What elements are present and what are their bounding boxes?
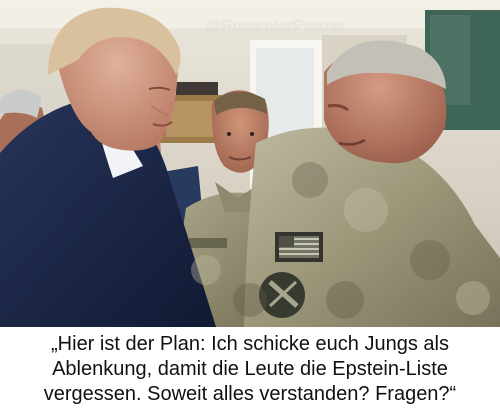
meme-caption: „Hier ist der Plan: Ich schicke euch Jun… [6, 328, 494, 410]
group-photo [0, 0, 500, 327]
caption-line-2: Ablenkung, damit die Leute die Epstein-L… [52, 357, 448, 380]
meme-image: @RosaroterPanzer „Hier ist der Plan: Ich… [0, 0, 500, 412]
caption-line-1: „Hier ist der Plan: Ich schicke euch Jun… [51, 332, 449, 355]
caption-line-3: vergessen. Soweit alles verstanden? Frag… [43, 382, 457, 405]
watermark: @RosaroterPanzer [205, 18, 346, 35]
flag-patch-icon [275, 232, 323, 262]
